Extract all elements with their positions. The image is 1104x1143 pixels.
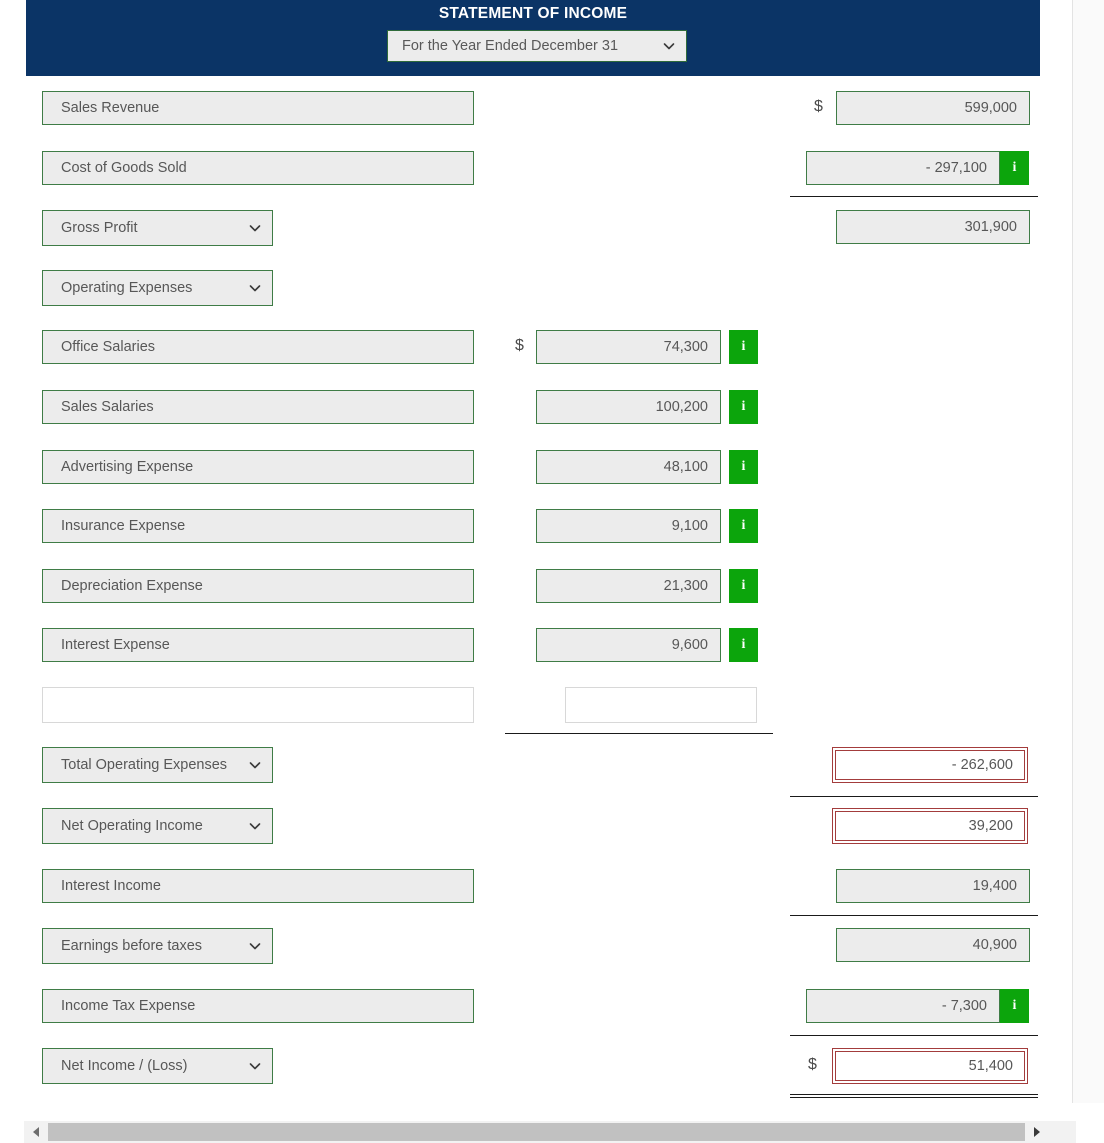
row-value-cost-of-goods-sold[interactable]: - 297,100 <box>806 151 1000 185</box>
row-value-income-tax-expense[interactable]: - 7,300 <box>806 989 1000 1023</box>
info-icon-cost-of-goods-sold[interactable]: i <box>1000 151 1029 185</box>
row-value-net-operating-income-text: 39,200 <box>835 811 1025 841</box>
row-value-advertising-expense[interactable]: 48,100 <box>536 450 721 484</box>
row-label-net-income-loss[interactable]: Net Income / (Loss) <box>42 1048 273 1084</box>
info-icon-insurance-expense[interactable]: i <box>729 509 758 543</box>
row-label-total-operating-expenses[interactable]: Total Operating Expenses <box>42 747 273 783</box>
row-value-insurance-expense[interactable]: 9,100 <box>536 509 721 543</box>
row-label-sales-salaries[interactable]: Sales Salaries <box>42 390 474 424</box>
table-row: Sales Revenue $ 599,000 <box>0 91 1104 131</box>
table-row: Net Operating Income 39,200 <box>0 808 1104 848</box>
subtotal-rule <box>790 196 1038 197</box>
row-label-office-salaries[interactable]: Office Salaries <box>42 330 474 364</box>
chevron-down-icon <box>249 225 261 232</box>
period-select[interactable]: For the Year Ended December 31 <box>387 30 687 62</box>
scroll-right-arrow-icon[interactable] <box>1025 1121 1049 1143</box>
row-label-earnings-before-taxes-text: Earnings before taxes <box>61 938 203 954</box>
horizontal-scrollbar[interactable] <box>24 1121 1076 1143</box>
chevron-down-icon <box>249 943 261 950</box>
row-label-earnings-before-taxes[interactable]: Earnings before taxes <box>42 928 273 964</box>
table-row: Sales Salaries 100,200 i <box>0 390 1104 430</box>
row-label-operating-expenses[interactable]: Operating Expenses <box>42 270 273 306</box>
table-row: Office Salaries $ 74,300 i <box>0 330 1104 370</box>
row-label-insurance-expense[interactable]: Insurance Expense <box>42 509 474 543</box>
row-label-advertising-expense[interactable]: Advertising Expense <box>42 450 474 484</box>
row-label-net-operating-income[interactable]: Net Operating Income <box>42 808 273 844</box>
table-row <box>0 687 1104 727</box>
net-income-rule <box>790 1035 1038 1036</box>
chevron-down-icon <box>663 43 675 50</box>
row-value-net-income-loss-text: 51,400 <box>835 1051 1025 1081</box>
row-value-total-operating-expenses-text: - 262,600 <box>835 750 1025 780</box>
row-value-total-operating-expenses[interactable]: - 262,600 <box>832 747 1028 783</box>
row-value-interest-income[interactable]: 19,400 <box>836 869 1030 903</box>
row-label-net-operating-income-text: Net Operating Income <box>61 818 203 834</box>
chevron-down-icon <box>249 1063 261 1070</box>
scrollbar-thumb[interactable] <box>48 1123 1025 1141</box>
page-title: STATEMENT OF INCOME <box>438 5 628 22</box>
row-label-depreciation-expense[interactable]: Depreciation Expense <box>42 569 474 603</box>
net-income-double-rule <box>790 1094 1038 1098</box>
table-row: Gross Profit 301,900 <box>0 210 1104 250</box>
row-value-sales-revenue[interactable]: 599,000 <box>836 91 1030 125</box>
table-row: Interest Income 19,400 <box>0 869 1104 909</box>
row-value-interest-expense[interactable]: 9,600 <box>536 628 721 662</box>
info-icon-depreciation-expense[interactable]: i <box>729 569 758 603</box>
row-label-gross-profit-text: Gross Profit <box>61 220 138 236</box>
table-row: Operating Expenses <box>0 270 1104 310</box>
row-label-total-operating-expenses-text: Total Operating Expenses <box>61 757 228 773</box>
row-value-earnings-before-taxes[interactable]: 40,900 <box>836 928 1030 962</box>
info-icon-income-tax-expense[interactable]: i <box>1000 989 1029 1023</box>
period-select-value: For the Year Ended December 31 <box>402 38 619 54</box>
row-value-net-income-loss[interactable]: 51,400 <box>832 1048 1028 1084</box>
info-icon-sales-salaries[interactable]: i <box>729 390 758 424</box>
table-row: Earnings before taxes 40,900 <box>0 928 1104 968</box>
info-icon-office-salaries[interactable]: i <box>729 330 758 364</box>
row-value-depreciation-expense[interactable]: 21,300 <box>536 569 721 603</box>
info-icon-interest-expense[interactable]: i <box>729 628 758 662</box>
income-statement-page: STATEMENT OF INCOME For the Year Ended D… <box>0 0 1104 1143</box>
scroll-left-arrow-icon[interactable] <box>24 1121 48 1143</box>
row-label-net-income-loss-text: Net Income / (Loss) <box>61 1058 188 1074</box>
chevron-down-icon <box>249 762 261 769</box>
row-label-interest-income[interactable]: Interest Income <box>42 869 474 903</box>
row-label-gross-profit[interactable]: Gross Profit <box>42 210 273 246</box>
table-row: Net Income / (Loss) $ 51,400 <box>0 1048 1104 1088</box>
chevron-down-icon <box>249 285 261 292</box>
table-row: Depreciation Expense 21,300 i <box>0 569 1104 609</box>
row-label-sales-revenue[interactable]: Sales Revenue <box>42 91 474 125</box>
table-row: Advertising Expense 48,100 i <box>0 450 1104 490</box>
row-label-operating-expenses-text: Operating Expenses <box>61 280 193 296</box>
earnings-before-taxes-rule <box>790 915 1038 916</box>
statement-header: STATEMENT OF INCOME For the Year Ended D… <box>26 0 1040 76</box>
info-icon-advertising-expense[interactable]: i <box>729 450 758 484</box>
row-label-cost-of-goods-sold[interactable]: Cost of Goods Sold <box>42 151 474 185</box>
row-label-interest-expense[interactable]: Interest Expense <box>42 628 474 662</box>
row-value-office-salaries[interactable]: 74,300 <box>536 330 721 364</box>
dollar-sign: $ <box>808 1056 817 1073</box>
table-row: Total Operating Expenses - 262,600 <box>0 747 1104 787</box>
dollar-sign: $ <box>814 98 823 115</box>
dollar-sign: $ <box>515 337 524 354</box>
net-operating-income-rule <box>790 796 1038 797</box>
operating-expenses-total-rule <box>505 733 773 734</box>
row-value-gross-profit[interactable]: 301,900 <box>836 210 1030 244</box>
row-value-blank-input[interactable] <box>565 687 757 723</box>
table-row: Insurance Expense 9,100 i <box>0 509 1104 549</box>
table-row: Cost of Goods Sold - 297,100 i <box>0 151 1104 191</box>
row-label-income-tax-expense[interactable]: Income Tax Expense <box>42 989 474 1023</box>
row-value-sales-salaries[interactable]: 100,200 <box>536 390 721 424</box>
row-value-net-operating-income[interactable]: 39,200 <box>832 808 1028 844</box>
chevron-down-icon <box>249 823 261 830</box>
row-label-blank-input[interactable] <box>42 687 474 723</box>
table-row: Interest Expense 9,600 i <box>0 628 1104 668</box>
table-row: Income Tax Expense - 7,300 i <box>0 989 1104 1029</box>
